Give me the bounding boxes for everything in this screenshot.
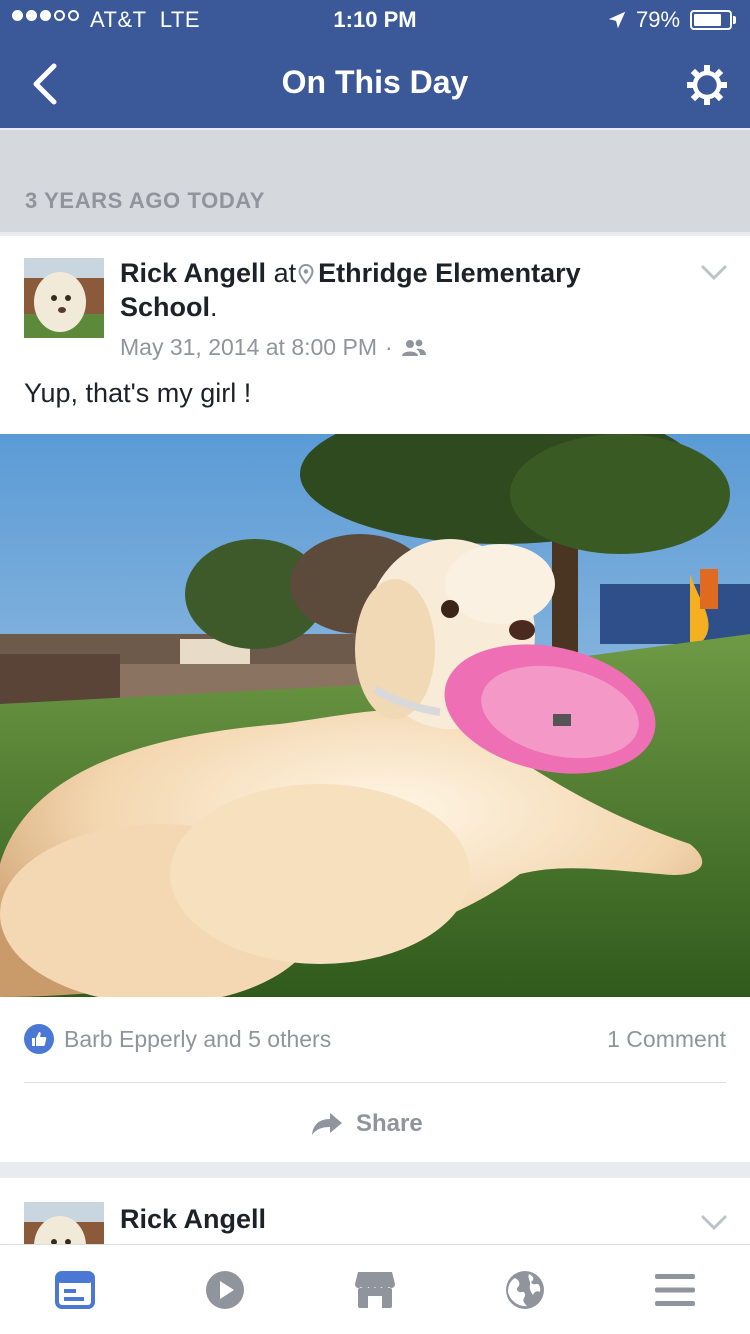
battery-icon (690, 10, 732, 30)
memory-header: 3 YEARS AGO TODAY (0, 130, 750, 232)
action-divider (24, 1082, 726, 1083)
share-button[interactable]: Share (310, 1104, 440, 1144)
battery-percent: 79% (636, 7, 681, 32)
author-name[interactable]: Rick Angell (120, 258, 266, 288)
post-card: Rick Angell at Ethridge Elementary School… (0, 236, 750, 1162)
tab-notifications[interactable] (502, 1267, 548, 1313)
video-icon (206, 1271, 244, 1309)
tab-menu[interactable] (652, 1267, 698, 1313)
gear-icon[interactable] (684, 62, 730, 108)
location-pin-icon (298, 264, 314, 284)
top-bar: AT&T LTE 1:10 PM 79% On This Day (0, 0, 750, 128)
tab-bar (0, 1244, 750, 1334)
dog-frisbee-photo (0, 434, 750, 997)
share-arrow-icon (312, 1113, 342, 1135)
meta-separator: · (385, 334, 393, 360)
like-badge-icon (24, 1024, 54, 1054)
menu-icon (655, 1274, 695, 1306)
dog-avatar-image (24, 258, 104, 338)
marketplace-icon (355, 1272, 395, 1308)
share-label: Share (356, 1110, 423, 1137)
avatar[interactable] (24, 258, 104, 338)
tab-video[interactable] (202, 1267, 248, 1313)
post-options-chevron-icon[interactable] (700, 264, 728, 282)
memory-years-label: 3 YEARS AGO TODAY (25, 188, 266, 213)
page-title: On This Day (281, 64, 469, 100)
post-timestamp[interactable]: May 31, 2014 at 8:00 PM (120, 334, 377, 361)
post-photo[interactable] (0, 434, 750, 997)
at-label: at (273, 258, 297, 288)
nav-bar: On This Day (0, 40, 750, 128)
friends-icon (401, 339, 426, 356)
tab-news-feed[interactable] (52, 1267, 98, 1313)
reactions-row[interactable]: Barb Epperly and 5 others 1 Comment (24, 1022, 726, 1056)
news-feed-icon (55, 1271, 95, 1309)
location-arrow-icon (608, 11, 626, 29)
notifications-globe-icon (506, 1271, 544, 1309)
post-text: Yup, that's my girl ! (24, 378, 252, 408)
next-post-options-chevron-icon[interactable] (700, 1214, 728, 1232)
comments-count[interactable]: 1 Comment (607, 1026, 726, 1053)
post-meta: May 31, 2014 at 8:00 PM · (120, 334, 427, 361)
post-header: Rick Angell at Ethridge Elementary School… (120, 258, 581, 322)
next-author-name[interactable]: Rick Angell (120, 1204, 266, 1235)
likes-summary[interactable]: Barb Epperly and 5 others (64, 1026, 331, 1053)
tab-marketplace[interactable] (352, 1267, 398, 1313)
status-bar: AT&T LTE 1:10 PM 79% (0, 0, 750, 40)
